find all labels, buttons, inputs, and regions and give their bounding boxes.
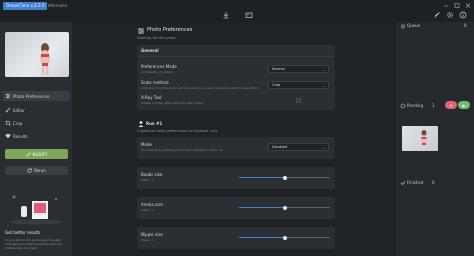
chevron-down-icon: ⌄ <box>322 67 326 72</box>
settings-icon[interactable] <box>446 11 454 19</box>
queue-icon <box>400 23 406 29</box>
slider-fill <box>239 207 285 208</box>
promo-title: Get better results <box>5 230 41 235</box>
sidebar-item-label: Photo Preferences <box>13 93 50 99</box>
boobs-size-slider[interactable] <box>239 175 330 180</box>
xray-tool-label: X-Ray Tool <box>141 95 162 100</box>
slider-label: Areola size <box>141 202 163 207</box>
slider-knob[interactable] <box>282 205 287 210</box>
close-window-button[interactable] <box>463 2 473 9</box>
nudify-button[interactable]: NUDIFY <box>5 149 68 159</box>
download-icon[interactable] <box>222 11 230 19</box>
title-bar: DreamTime v 1.2.3 Good afternoon <box>0 0 474 22</box>
page-title: Photo Preferences <box>147 27 193 33</box>
finished-label: Finished <box>407 180 424 185</box>
nipple-size-slider[interactable] <box>239 235 330 240</box>
sidebar-item-results[interactable]: Results <box>3 131 70 141</box>
areola-size-panel <box>137 197 335 219</box>
slider-label: Boobs size <box>141 172 163 177</box>
chevron-down-icon: ⌄ <box>322 145 326 150</box>
page-subtitle: Settings for the photo. <box>137 36 177 40</box>
slider-fill <box>239 237 285 238</box>
slider-knob[interactable] <box>282 235 287 240</box>
rerun-button[interactable]: Rerun <box>5 166 68 175</box>
greeting-text: Good afternoon <box>36 3 68 8</box>
pending-count: 1 <box>432 103 435 108</box>
pending-icon <box>400 103 406 109</box>
sliders-icon <box>137 27 145 35</box>
general-section-title: General <box>141 48 159 53</box>
rocket-icon[interactable] <box>433 11 441 19</box>
slider-label: Nipple size <box>141 232 163 237</box>
heart-icon <box>3 131 13 141</box>
xray-tool-checkbox[interactable] <box>296 98 301 103</box>
pending-label: Pending <box>407 103 423 108</box>
crop-icon <box>3 118 13 128</box>
sidebar-item-editor[interactable]: Editor <box>3 105 70 115</box>
xray-tool-hint: Create a X-Ray effect with the last mode… <box>141 101 204 105</box>
run-mode-hint: How the body preferences will be changed… <box>141 148 224 152</box>
sidebar-item-label: Editor <box>13 107 25 113</box>
sidebar-item-photo-preferences[interactable]: Photo Preferences <box>3 91 70 101</box>
slider-hint: Value: 1 <box>141 208 154 212</box>
slider-hint: Value: 1 <box>141 238 154 242</box>
sliders-icon <box>3 91 13 101</box>
queue-label: Queue <box>407 23 421 28</box>
sidebar-item-label: Crop <box>13 120 23 126</box>
gallery-icon[interactable] <box>245 11 253 19</box>
pending-photo-thumbnail[interactable] <box>402 126 438 151</box>
minimize-button[interactable] <box>441 2 451 9</box>
queue-count: 0 <box>464 23 467 28</box>
preferences-mode-select[interactable]: Normal ⌄ <box>268 65 329 73</box>
sidebar-item-crop[interactable]: Crop <box>3 118 70 128</box>
sidebar-item-label: Results <box>13 133 28 139</box>
run-title: Run #1 <box>146 121 163 126</box>
slider-fill <box>239 177 285 178</box>
scale-method-hint: Indicates how the photo will be scaled t… <box>141 86 260 90</box>
finished-icon <box>400 180 406 186</box>
preferences-mode-hint: Complexity of options <box>141 70 174 74</box>
divider <box>137 56 335 57</box>
scale-method-label: Scale method <box>141 80 169 85</box>
preferences-mode-label: Preferences Mode <box>141 64 177 69</box>
brush-icon <box>3 105 13 115</box>
greeting-icon <box>32 5 35 8</box>
areola-size-slider[interactable] <box>239 205 330 210</box>
pending-play-button[interactable]: ▶ <box>458 101 470 109</box>
nipple-size-panel <box>137 227 335 249</box>
chevron-down-icon: ⌄ <box>322 83 326 88</box>
boobs-size-panel <box>137 167 335 189</box>
refresh-icon <box>27 168 32 173</box>
finished-count: 0 <box>432 180 435 185</box>
maximize-button[interactable] <box>452 2 462 9</box>
slider-hint: Value: 1 <box>141 178 154 182</box>
info-icon[interactable] <box>459 11 467 19</box>
run-mode-label: Mode <box>141 142 152 147</box>
run-mode-select[interactable]: Disabled ⌄ <box>268 143 329 151</box>
photo-preview[interactable] <box>5 32 69 77</box>
scale-method-select[interactable]: Crop ⌄ <box>268 81 329 89</box>
wand-icon <box>25 151 31 157</box>
promo-illustration <box>6 191 64 225</box>
person-icon <box>137 120 145 128</box>
promo-text: Is your photo not giving good results? C… <box>5 238 62 250</box>
slider-knob[interactable] <box>282 175 287 180</box>
run-subtitle: Customize body preferences for multiple … <box>137 129 219 133</box>
pending-stop-button[interactable]: ✕ <box>445 101 457 109</box>
